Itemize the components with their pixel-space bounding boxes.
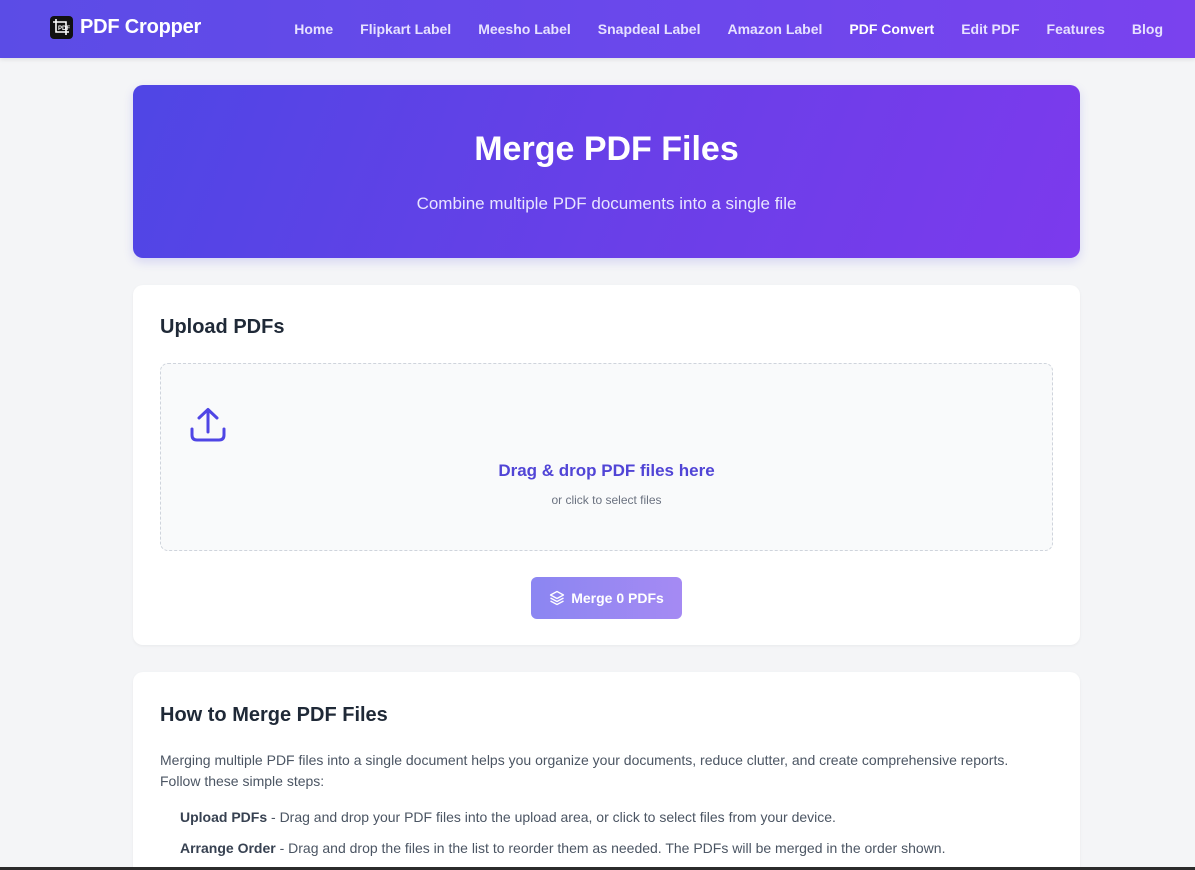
main-nav: Home Flipkart Label Meesho Label Snapdea… xyxy=(267,0,1163,58)
nav-amazon-label[interactable]: Amazon Label xyxy=(727,21,822,37)
top-navbar: PDF PDF Cropper Home Flipkart Label Mees… xyxy=(0,0,1195,58)
pdf-crop-logo-icon: PDF xyxy=(50,16,73,39)
nav-flipkart-label[interactable]: Flipkart Label xyxy=(360,21,451,37)
pdf-dropzone[interactable]: Drag & drop PDF files here or click to s… xyxy=(160,363,1053,551)
howto-step: Arrange Order - Drag and drop the files … xyxy=(180,840,945,856)
brand-name: PDF Cropper xyxy=(80,16,202,38)
howto-step: Upload PDFs - Drag and drop your PDF fil… xyxy=(180,809,836,825)
layers-icon xyxy=(550,590,565,606)
step-text: - Drag and drop the files in the list to… xyxy=(275,840,946,856)
nav-blog[interactable]: Blog xyxy=(1132,21,1163,37)
upload-section-title: Upload PDFs xyxy=(160,316,285,338)
step-label: Upload PDFs xyxy=(180,809,268,825)
nav-snapdeal-label[interactable]: Snapdeal Label xyxy=(598,21,701,37)
step-text: - Drag and drop your PDF files into the … xyxy=(267,809,836,825)
nav-features[interactable]: Features xyxy=(1047,21,1105,37)
upload-icon xyxy=(190,408,226,442)
howto-intro: Merging multiple PDF files into a single… xyxy=(160,752,1009,789)
hero-banner: Merge PDF Files Combine multiple PDF doc… xyxy=(133,85,1080,258)
merge-button-label: Merge 0 PDFs xyxy=(571,590,664,606)
upload-card: Upload PDFs Drag & drop PDF files here o… xyxy=(133,285,1080,645)
merge-pdfs-button[interactable]: Merge 0 PDFs xyxy=(531,577,682,619)
nav-edit-pdf[interactable]: Edit PDF xyxy=(961,21,1019,37)
page-title: Merge PDF Files xyxy=(474,130,739,168)
dropzone-subtitle: or click to select files xyxy=(551,493,662,507)
nav-pdf-convert[interactable]: PDF Convert xyxy=(849,21,934,37)
nav-home[interactable]: Home xyxy=(294,21,333,37)
brand-link[interactable]: PDF PDF Cropper xyxy=(50,16,201,39)
step-label: Arrange Order xyxy=(180,840,276,856)
howto-title: How to Merge PDF Files xyxy=(160,704,388,726)
howto-card: How to Merge PDF Files Merging multiple … xyxy=(133,672,1080,870)
logo-text: PDF xyxy=(58,26,70,32)
dropzone-title: Drag & drop PDF files here xyxy=(498,461,715,480)
nav-meesho-label[interactable]: Meesho Label xyxy=(478,21,571,37)
page-subtitle: Combine multiple PDF documents into a si… xyxy=(416,194,797,213)
